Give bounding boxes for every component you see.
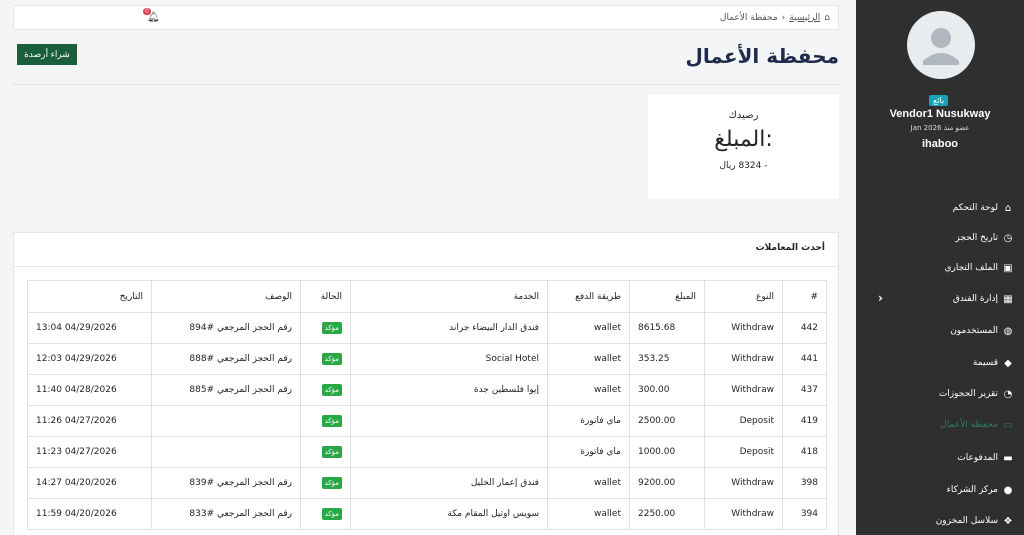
cubes-icon: ❖ — [1003, 515, 1013, 527]
sidebar-item-wallet[interactable]: ▭ محفظة الأعمال — [866, 415, 1014, 435]
breadcrumb-separator: ‹ — [781, 12, 786, 23]
sidebar-item-booking-history[interactable]: ◷ تاريخ الحجز — [866, 228, 1014, 248]
breadcrumb-home-link[interactable]: الرئيسية — [789, 13, 820, 23]
tag-icon: ◆ — [1004, 357, 1012, 369]
table-row: 398 Withdraw 9200.00 wallet فندق إعمار الخلي… — [27, 467, 827, 499]
breadcrumb: ⌂ الرئيسية ‹ محفظة الأعمال 🔔︎ 0 — [13, 5, 839, 30]
clock-icon: ◷ — [1003, 232, 1013, 244]
column-header: طريقة الدفع — [547, 280, 630, 313]
column-header: الوصف — [151, 280, 301, 313]
sidebar-item-dashboard[interactable]: ⌂ لوحة التحكم — [866, 198, 1014, 218]
user-icon: ● — [1003, 484, 1013, 496]
sidebar-item-payments[interactable]: ▬ المدفوعات — [866, 448, 1014, 468]
balance-heading: :المبلغ — [714, 127, 773, 152]
globe-icon: ◍ — [1003, 325, 1013, 337]
sidebar-item-partners[interactable]: ● مركز الشركاء — [866, 480, 1014, 500]
status-badge: مؤكد — [321, 353, 342, 365]
sidebar: بائع Vendor1 Nusukway عضو منذ Jan 2026 i… — [856, 0, 1024, 535]
buy-credits-button[interactable]: شراء أرصدة — [17, 44, 77, 65]
balance-amount: - 8324 ريال — [719, 161, 768, 171]
divider — [14, 266, 838, 267]
table-row: 442 Withdraw 8615.68 wallet فندق الدار البيض… — [27, 312, 827, 344]
vendor-name: Vendor1 Nusukway — [889, 108, 991, 120]
table-header-row: # النوع المبلغ طريقة الدفع الخدمة الحالة… — [27, 280, 827, 313]
sidebar-item-reports[interactable]: ◔ تقرير الحجوزات — [866, 384, 1014, 404]
username: ihaboo — [921, 138, 959, 150]
sidebar-item-coupon[interactable]: ◆ قسيمة — [866, 353, 1014, 373]
status-badge: مؤكد — [321, 446, 342, 458]
sidebar-item-inventory[interactable]: ❖ سلاسل المخزون — [866, 511, 1014, 531]
table-row: 441 Withdraw 353.25 wallet Social Hotel مؤكد ر… — [27, 343, 827, 375]
column-header: المبلغ — [629, 280, 705, 313]
table-row: 437 Withdraw 300.00 wallet إيوا فلسطين جدة مؤ… — [27, 374, 827, 406]
column-header: النوع — [704, 280, 783, 313]
table-row: 418 Deposit 1000.00 ماي فاتورة مؤكد 04/27/202… — [27, 436, 827, 468]
home-icon[interactable]: ⌂ — [824, 13, 830, 23]
home-icon: ⌂ — [1004, 202, 1012, 214]
building-icon: ▦ — [1003, 293, 1013, 305]
status-badge: مؤكد — [321, 384, 342, 396]
role-badge: بائع — [929, 95, 949, 106]
card-icon: ▬ — [1003, 452, 1013, 464]
sidebar-item-hotel-management[interactable]: ▦ إدارة الفندق — [866, 289, 1014, 309]
table-row: 394 Withdraw 2250.00 wallet سويس اوتيل المقا… — [27, 498, 827, 530]
divider — [13, 84, 839, 85]
transactions-card: أحدث المعاملات # النوع المبلغ طريقة الدف… — [13, 232, 839, 535]
table-row: 419 Deposit 2500.00 ماي فاتورة مؤكد 04/27/202… — [27, 405, 827, 437]
balance-card: رصيدك :المبلغ - 8324 ريال — [648, 95, 839, 199]
wallet-icon: ▭ — [1003, 419, 1013, 431]
column-header: التاريخ — [27, 280, 152, 313]
column-header: الخدمة — [350, 280, 548, 313]
chart-icon: ◔ — [1003, 388, 1013, 400]
user-avatar-icon — [923, 28, 959, 65]
balance-label: رصيدك — [728, 110, 759, 121]
avatar[interactable] — [907, 11, 975, 79]
breadcrumb-current: محفظة الأعمال — [719, 12, 778, 23]
sidebar-item-business-profile[interactable]: ▣ الملف التجاري — [866, 258, 1014, 278]
page-title: محفظة الأعمال — [685, 44, 839, 68]
column-header: # — [782, 280, 827, 313]
bell-icon[interactable]: 🔔︎ 0 — [143, 8, 160, 23]
notification-count: 0 — [143, 8, 151, 15]
status-badge: مؤكد — [321, 477, 342, 489]
sidebar-item-users[interactable]: ◍ المستخدمون — [866, 321, 1014, 341]
member-since: عضو منذ Jan 2026 — [910, 124, 970, 132]
column-header: الحالة — [300, 280, 351, 313]
briefcase-icon: ▣ — [1003, 262, 1013, 274]
transactions-title: أحدث المعاملات — [755, 243, 825, 253]
status-badge: مؤكد — [321, 415, 342, 427]
status-badge: مؤكد — [321, 322, 342, 334]
status-badge: مؤكد — [321, 508, 342, 520]
transactions-table: # النوع المبلغ طريقة الدفع الخدمة الحالة… — [27, 280, 827, 530]
